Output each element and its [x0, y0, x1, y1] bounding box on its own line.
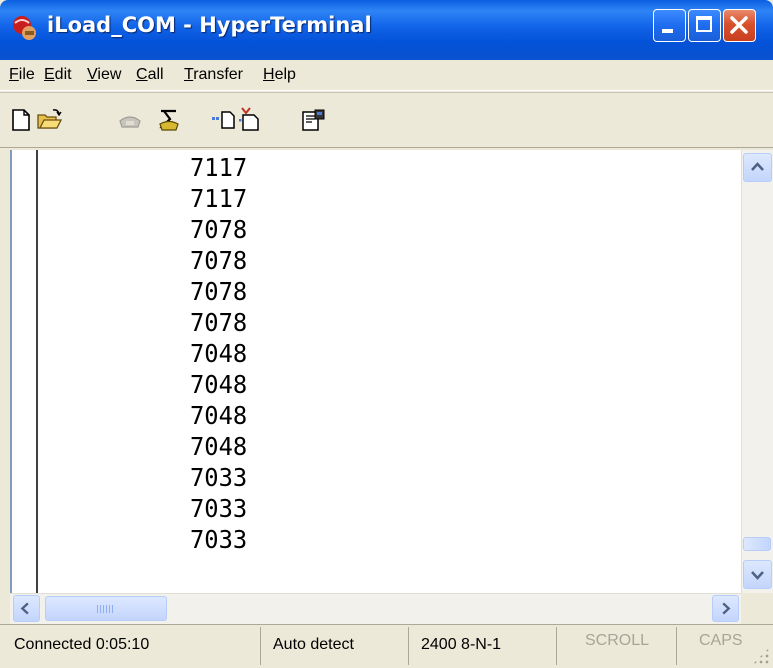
new-document-icon[interactable]	[8, 107, 34, 133]
scroll-thumb-grip	[97, 605, 115, 613]
receive-file-icon[interactable]	[237, 107, 263, 133]
hyperterminal-window: iLoad_COM - HyperTerminal File Edit View…	[0, 0, 773, 668]
minimize-icon	[662, 29, 673, 33]
toolbar	[0, 92, 773, 148]
maximize-icon	[696, 16, 712, 32]
terminal-line: 7117	[190, 153, 248, 182]
hyperterminal-app-icon[interactable]	[10, 14, 38, 42]
terminal-line: 7078	[190, 308, 248, 337]
menu-view[interactable]: View	[87, 66, 121, 84]
status-connection: Connected 0:05:10	[14, 636, 150, 653]
terminal-left-margin	[14, 150, 38, 593]
menu-edit[interactable]: Edit	[44, 66, 72, 84]
title-bar[interactable]: iLoad_COM - HyperTerminal	[0, 0, 773, 60]
chevron-right-icon	[722, 602, 731, 615]
terminal-output: 7117 7117 7078 7078 7078 7078 7048 7048 …	[190, 152, 250, 555]
maximize-button[interactable]	[688, 9, 721, 42]
close-button[interactable]	[723, 9, 756, 42]
menu-help[interactable]: Help	[263, 66, 296, 84]
chevron-down-icon	[751, 571, 764, 580]
scrollbar-corner	[741, 593, 773, 623]
terminal-line: 7033	[190, 463, 248, 492]
scroll-down-button[interactable]	[743, 560, 772, 589]
menu-bar: File Edit View Call Transfer Help	[0, 60, 773, 91]
minimize-button[interactable]	[653, 9, 686, 42]
properties-icon[interactable]	[300, 107, 326, 133]
window-title: iLoad_COM - HyperTerminal	[47, 13, 372, 37]
terminal-line: 7048	[190, 401, 248, 430]
chevron-left-icon	[20, 602, 29, 615]
terminal-line: 7033	[190, 525, 248, 554]
terminal-line: 7048	[190, 370, 248, 399]
terminal-area[interactable]	[10, 150, 773, 593]
disconnect-icon[interactable]	[156, 107, 182, 133]
vertical-scrollbar[interactable]	[741, 150, 773, 593]
terminal-line: 7078	[190, 277, 248, 306]
chevron-up-icon	[751, 162, 764, 171]
status-scroll-lock: SCROLL	[556, 627, 676, 665]
terminal-line: 7117	[190, 184, 248, 213]
terminal-line: 7033	[190, 494, 248, 523]
phone-disabled-icon[interactable]	[117, 107, 143, 133]
scroll-right-button[interactable]	[712, 595, 739, 622]
vertical-scroll-thumb[interactable]	[743, 537, 771, 551]
menu-call[interactable]: Call	[136, 66, 164, 84]
status-port-settings: 2400 8-N-1	[408, 627, 556, 665]
terminal-line: 7078	[190, 215, 248, 244]
scroll-up-button[interactable]	[743, 153, 772, 182]
open-folder-icon[interactable]	[36, 107, 62, 133]
menu-file[interactable]: File	[9, 66, 35, 84]
terminal-line: 7048	[190, 432, 248, 461]
status-auto-detect: Auto detect	[260, 627, 408, 665]
terminal-line: 7048	[190, 339, 248, 368]
send-file-icon[interactable]	[211, 107, 237, 133]
close-icon	[730, 16, 748, 34]
menu-transfer[interactable]: Transfer	[184, 66, 243, 84]
scroll-left-button[interactable]	[13, 595, 40, 622]
terminal-line: 7078	[190, 246, 248, 275]
